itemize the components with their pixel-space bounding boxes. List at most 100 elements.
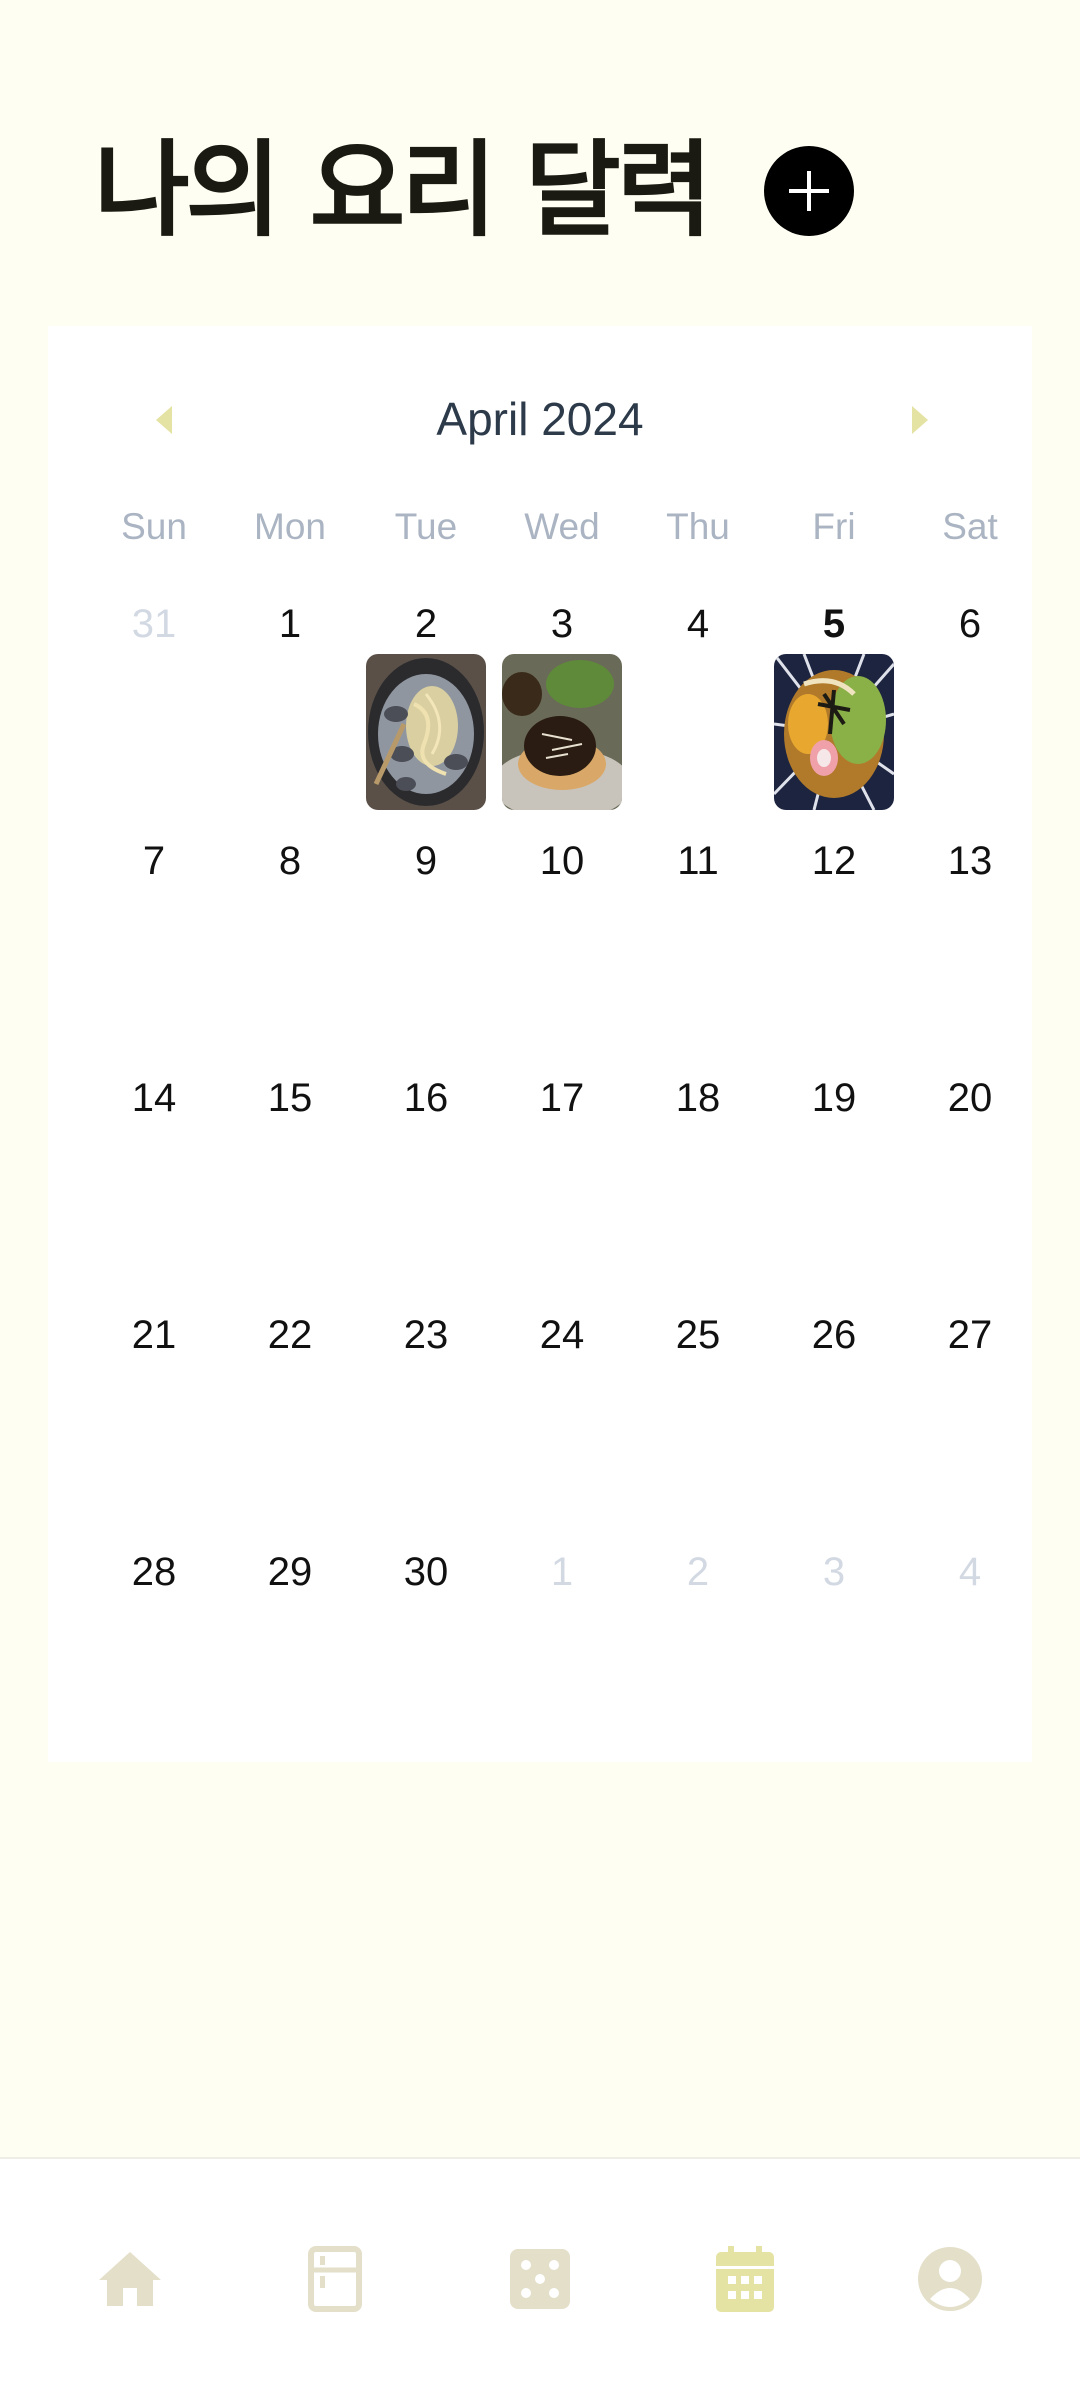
calendar-day[interactable]: 6: [902, 598, 1038, 835]
calendar-day[interactable]: 4: [630, 598, 766, 835]
day-number: 16: [403, 1076, 449, 1120]
calendar-day[interactable]: 2: [358, 598, 494, 835]
tab-fridge[interactable]: [275, 2219, 395, 2339]
day-number: 9: [414, 839, 438, 883]
bottom-navigation: [0, 2157, 1080, 2398]
dice-icon: [509, 2248, 570, 2309]
calendar-week: 28 29 30 1 2 3 4: [86, 1546, 1038, 1783]
ramen-bowl-photo[interactable]: [774, 654, 894, 810]
day-number: 30: [403, 1550, 449, 1594]
day-number: 12: [811, 839, 857, 883]
calendar-grid: 31 1 2 3 4 5 6 7 8 9 10 11 12 13 14 15 1…: [86, 598, 1038, 1783]
tab-calendar[interactable]: [685, 2219, 805, 2339]
weekday-fri: Fri: [812, 506, 856, 547]
day-number: 21: [131, 1313, 177, 1357]
day-number: 24: [539, 1313, 585, 1357]
calendar-day[interactable]: 24: [494, 1309, 630, 1546]
calendar-day[interactable]: 18: [630, 1072, 766, 1309]
day-number: 11: [677, 839, 719, 883]
day-number: 14: [131, 1076, 177, 1120]
weekday-wed: Wed: [524, 506, 600, 547]
calendar-day[interactable]: 1: [222, 598, 358, 835]
day-number: 17: [539, 1076, 585, 1120]
calendar-week: 31 1 2 3 4 5 6: [86, 598, 1038, 835]
calendar-day[interactable]: 9: [358, 835, 494, 1072]
day-number: 2: [414, 602, 438, 646]
calendar-day[interactable]: 12: [766, 835, 902, 1072]
weekday-mon: Mon: [254, 506, 326, 547]
calendar-day[interactable]: 19: [766, 1072, 902, 1309]
calendar-day[interactable]: 16: [358, 1072, 494, 1309]
calendar-day[interactable]: 14: [86, 1072, 222, 1309]
calendar-day-outside[interactable]: 3: [766, 1546, 902, 1783]
day-number: 8: [278, 839, 302, 883]
plus-icon: [789, 171, 829, 211]
calendar-day[interactable]: 28: [86, 1546, 222, 1783]
weekday-sat: Sat: [942, 506, 998, 547]
day-number: 6: [958, 602, 982, 646]
calendar-day[interactable]: 25: [630, 1309, 766, 1546]
day-number: 1: [550, 1550, 574, 1594]
weekday-thu: Thu: [666, 506, 730, 547]
calendar-day[interactable]: 22: [222, 1309, 358, 1546]
calendar-day-outside[interactable]: 1: [494, 1546, 630, 1783]
calendar-day[interactable]: 3: [494, 598, 630, 835]
calendar-week: 14 15 16 17 18 19 20: [86, 1072, 1038, 1309]
calendar-day[interactable]: 11: [630, 835, 766, 1072]
day-number: 4: [686, 602, 710, 646]
weekday-tue: Tue: [394, 506, 458, 547]
day-number: 3: [550, 602, 574, 646]
weekday-sun: Sun: [121, 506, 187, 547]
day-number: 29: [267, 1550, 313, 1594]
calendar-day-outside[interactable]: 4: [902, 1546, 1038, 1783]
tab-random[interactable]: [480, 2219, 600, 2339]
bruschetta-photo[interactable]: [502, 654, 622, 810]
tab-home[interactable]: [70, 2219, 190, 2339]
weekday-header: Sun Mon Tue Wed Thu Fri Sat: [86, 506, 1038, 548]
calendar-card: April 2024 Sun Mon Tue Wed Thu Fri Sat 3…: [48, 326, 1032, 1762]
day-number: 31: [131, 602, 177, 646]
day-number: 1: [278, 602, 302, 646]
calendar-day[interactable]: 10: [494, 835, 630, 1072]
calendar-day[interactable]: 8: [222, 835, 358, 1072]
calendar-day[interactable]: 17: [494, 1072, 630, 1309]
tab-profile[interactable]: [890, 2219, 1010, 2339]
next-month-button[interactable]: [900, 400, 940, 440]
clam-pasta-photo[interactable]: [366, 654, 486, 810]
page-header: 나의 요리 달력: [94, 120, 712, 260]
calendar-day-today[interactable]: 5: [766, 598, 902, 835]
calendar-day[interactable]: 29: [222, 1546, 358, 1783]
calendar-day[interactable]: 26: [766, 1309, 902, 1546]
month-navigation: April 2024: [48, 382, 1032, 452]
calendar-day[interactable]: 7: [86, 835, 222, 1072]
page-title: 나의 요리 달력: [94, 129, 712, 251]
month-label: April 2024: [436, 393, 644, 445]
calendar-day[interactable]: 13: [902, 835, 1038, 1072]
day-number: 28: [131, 1550, 177, 1594]
calendar-day[interactable]: 20: [902, 1072, 1038, 1309]
day-number: 26: [811, 1313, 857, 1357]
day-number: 13: [947, 839, 993, 883]
day-number: 10: [539, 839, 585, 883]
calendar-day[interactable]: 27: [902, 1309, 1038, 1546]
calendar-icon: [715, 2245, 774, 2312]
calendar-day[interactable]: 21: [86, 1309, 222, 1546]
day-number: 18: [675, 1076, 721, 1120]
add-recipe-button[interactable]: [764, 146, 854, 236]
day-number: 19: [811, 1076, 857, 1120]
calendar-day-outside[interactable]: 31: [86, 598, 222, 835]
calendar-day-outside[interactable]: 2: [630, 1546, 766, 1783]
calendar-day[interactable]: 23: [358, 1309, 494, 1546]
calendar-day[interactable]: 30: [358, 1546, 494, 1783]
day-number: 7: [142, 839, 166, 883]
fridge-icon: [308, 2245, 363, 2312]
calendar-week: 21 22 23 24 25 26 27: [86, 1309, 1038, 1546]
day-number: 22: [267, 1313, 313, 1357]
day-number: 23: [403, 1313, 449, 1357]
day-number: 25: [675, 1313, 721, 1357]
day-number: 5: [822, 602, 846, 646]
calendar-week: 7 8 9 10 11 12 13: [86, 835, 1038, 1072]
home-icon: [99, 2251, 162, 2306]
calendar-day[interactable]: 15: [222, 1072, 358, 1309]
day-number: 4: [958, 1550, 982, 1594]
